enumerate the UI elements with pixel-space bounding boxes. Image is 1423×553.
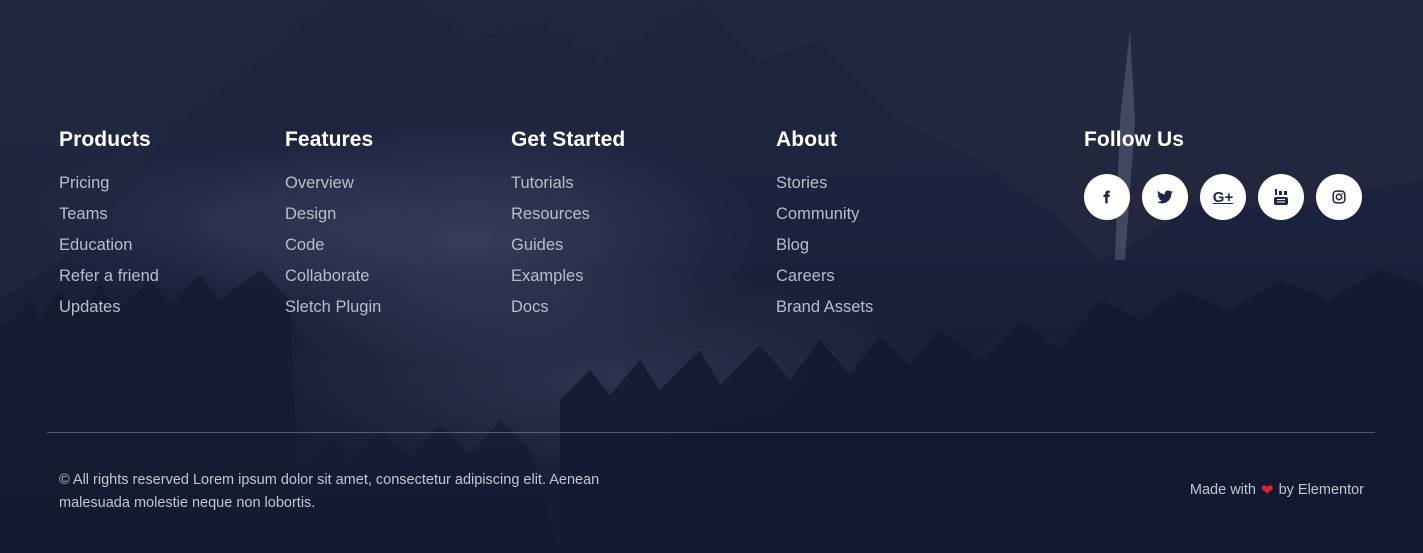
list-item: Teams <box>59 205 159 236</box>
link-refer-a-friend[interactable]: Refer a friend <box>59 267 159 285</box>
footer-column-about: About Stories Community Blog Careers Bra… <box>776 128 873 329</box>
list-item: Pricing <box>59 174 159 205</box>
list-item: Code <box>285 236 381 267</box>
footer-column-features: Features Overview Design Code Collaborat… <box>285 128 381 329</box>
link-teams[interactable]: Teams <box>59 205 108 223</box>
list-item: Design <box>285 205 381 236</box>
link-brand-assets[interactable]: Brand Assets <box>776 298 873 316</box>
youtube-icon <box>1274 189 1288 205</box>
elementor-link[interactable]: by Elementor <box>1279 482 1364 498</box>
link-examples[interactable]: Examples <box>511 267 583 285</box>
list-item: Education <box>59 236 159 267</box>
google-plus-icon: G+ <box>1212 188 1234 206</box>
list-item: Examples <box>511 267 625 298</box>
list-item: Tutorials <box>511 174 625 205</box>
list-item: Resources <box>511 205 625 236</box>
list-item: Blog <box>776 236 873 267</box>
link-guides[interactable]: Guides <box>511 236 563 254</box>
column-title: Features <box>285 128 374 151</box>
copyright-text: © All rights reserved Lorem ipsum dolor … <box>59 472 600 511</box>
link-updates[interactable]: Updates <box>59 298 120 316</box>
link-sletch-plugin[interactable]: Sletch Plugin <box>285 298 381 316</box>
column-title: Follow Us <box>1084 128 1185 151</box>
instagram-button[interactable] <box>1316 174 1362 220</box>
list-item: Updates <box>59 298 159 329</box>
footer-divider <box>47 432 1375 433</box>
youtube-button[interactable] <box>1258 174 1304 220</box>
list-item: Refer a friend <box>59 267 159 298</box>
facebook-button[interactable] <box>1084 174 1130 220</box>
link-list: Pricing Teams Education Refer a friend U… <box>59 174 159 329</box>
link-collaborate[interactable]: Collaborate <box>285 267 369 285</box>
link-code[interactable]: Code <box>285 236 324 254</box>
social-icons: G+ <box>1084 174 1362 220</box>
link-stories[interactable]: Stories <box>776 174 827 192</box>
list-item: Stories <box>776 174 873 205</box>
column-title: Products <box>59 128 151 151</box>
link-careers[interactable]: Careers <box>776 267 835 285</box>
list-item: Careers <box>776 267 873 298</box>
twitter-button[interactable] <box>1142 174 1188 220</box>
link-design[interactable]: Design <box>285 205 336 223</box>
heart-icon: ❤ <box>1260 481 1274 499</box>
twitter-icon <box>1157 190 1173 204</box>
link-education[interactable]: Education <box>59 236 132 254</box>
list-item: Guides <box>511 236 625 267</box>
google-plus-button[interactable]: G+ <box>1200 174 1246 220</box>
list-item: Sletch Plugin <box>285 298 381 329</box>
link-pricing[interactable]: Pricing <box>59 174 109 192</box>
list-item: Collaborate <box>285 267 381 298</box>
list-item: Community <box>776 205 873 236</box>
link-tutorials[interactable]: Tutorials <box>511 174 574 192</box>
instagram-icon <box>1332 190 1346 204</box>
column-title: About <box>776 128 838 151</box>
footer-column-follow-us: Follow Us G+ <box>1084 128 1362 220</box>
link-list: Stories Community Blog Careers Brand Ass… <box>776 174 873 329</box>
link-resources[interactable]: Resources <box>511 205 590 223</box>
made-with-credit: Made with ❤ by Elementor <box>1190 482 1364 498</box>
link-blog[interactable]: Blog <box>776 236 809 254</box>
link-list: Overview Design Code Collaborate Sletch … <box>285 174 381 329</box>
list-item: Docs <box>511 298 625 329</box>
list-item: Overview <box>285 174 381 205</box>
link-overview[interactable]: Overview <box>285 174 354 192</box>
footer-column-get-started: Get Started Tutorials Resources Guides E… <box>511 128 625 329</box>
list-item: Brand Assets <box>776 298 873 329</box>
link-docs[interactable]: Docs <box>511 298 549 316</box>
link-list: Tutorials Resources Guides Examples Docs <box>511 174 625 329</box>
facebook-icon <box>1103 190 1110 204</box>
made-with-label: Made with <box>1189 482 1256 498</box>
column-title: Get Started <box>511 128 626 151</box>
footer-column-products: Products Pricing Teams Education Refer a… <box>59 128 159 329</box>
link-community[interactable]: Community <box>776 205 859 223</box>
